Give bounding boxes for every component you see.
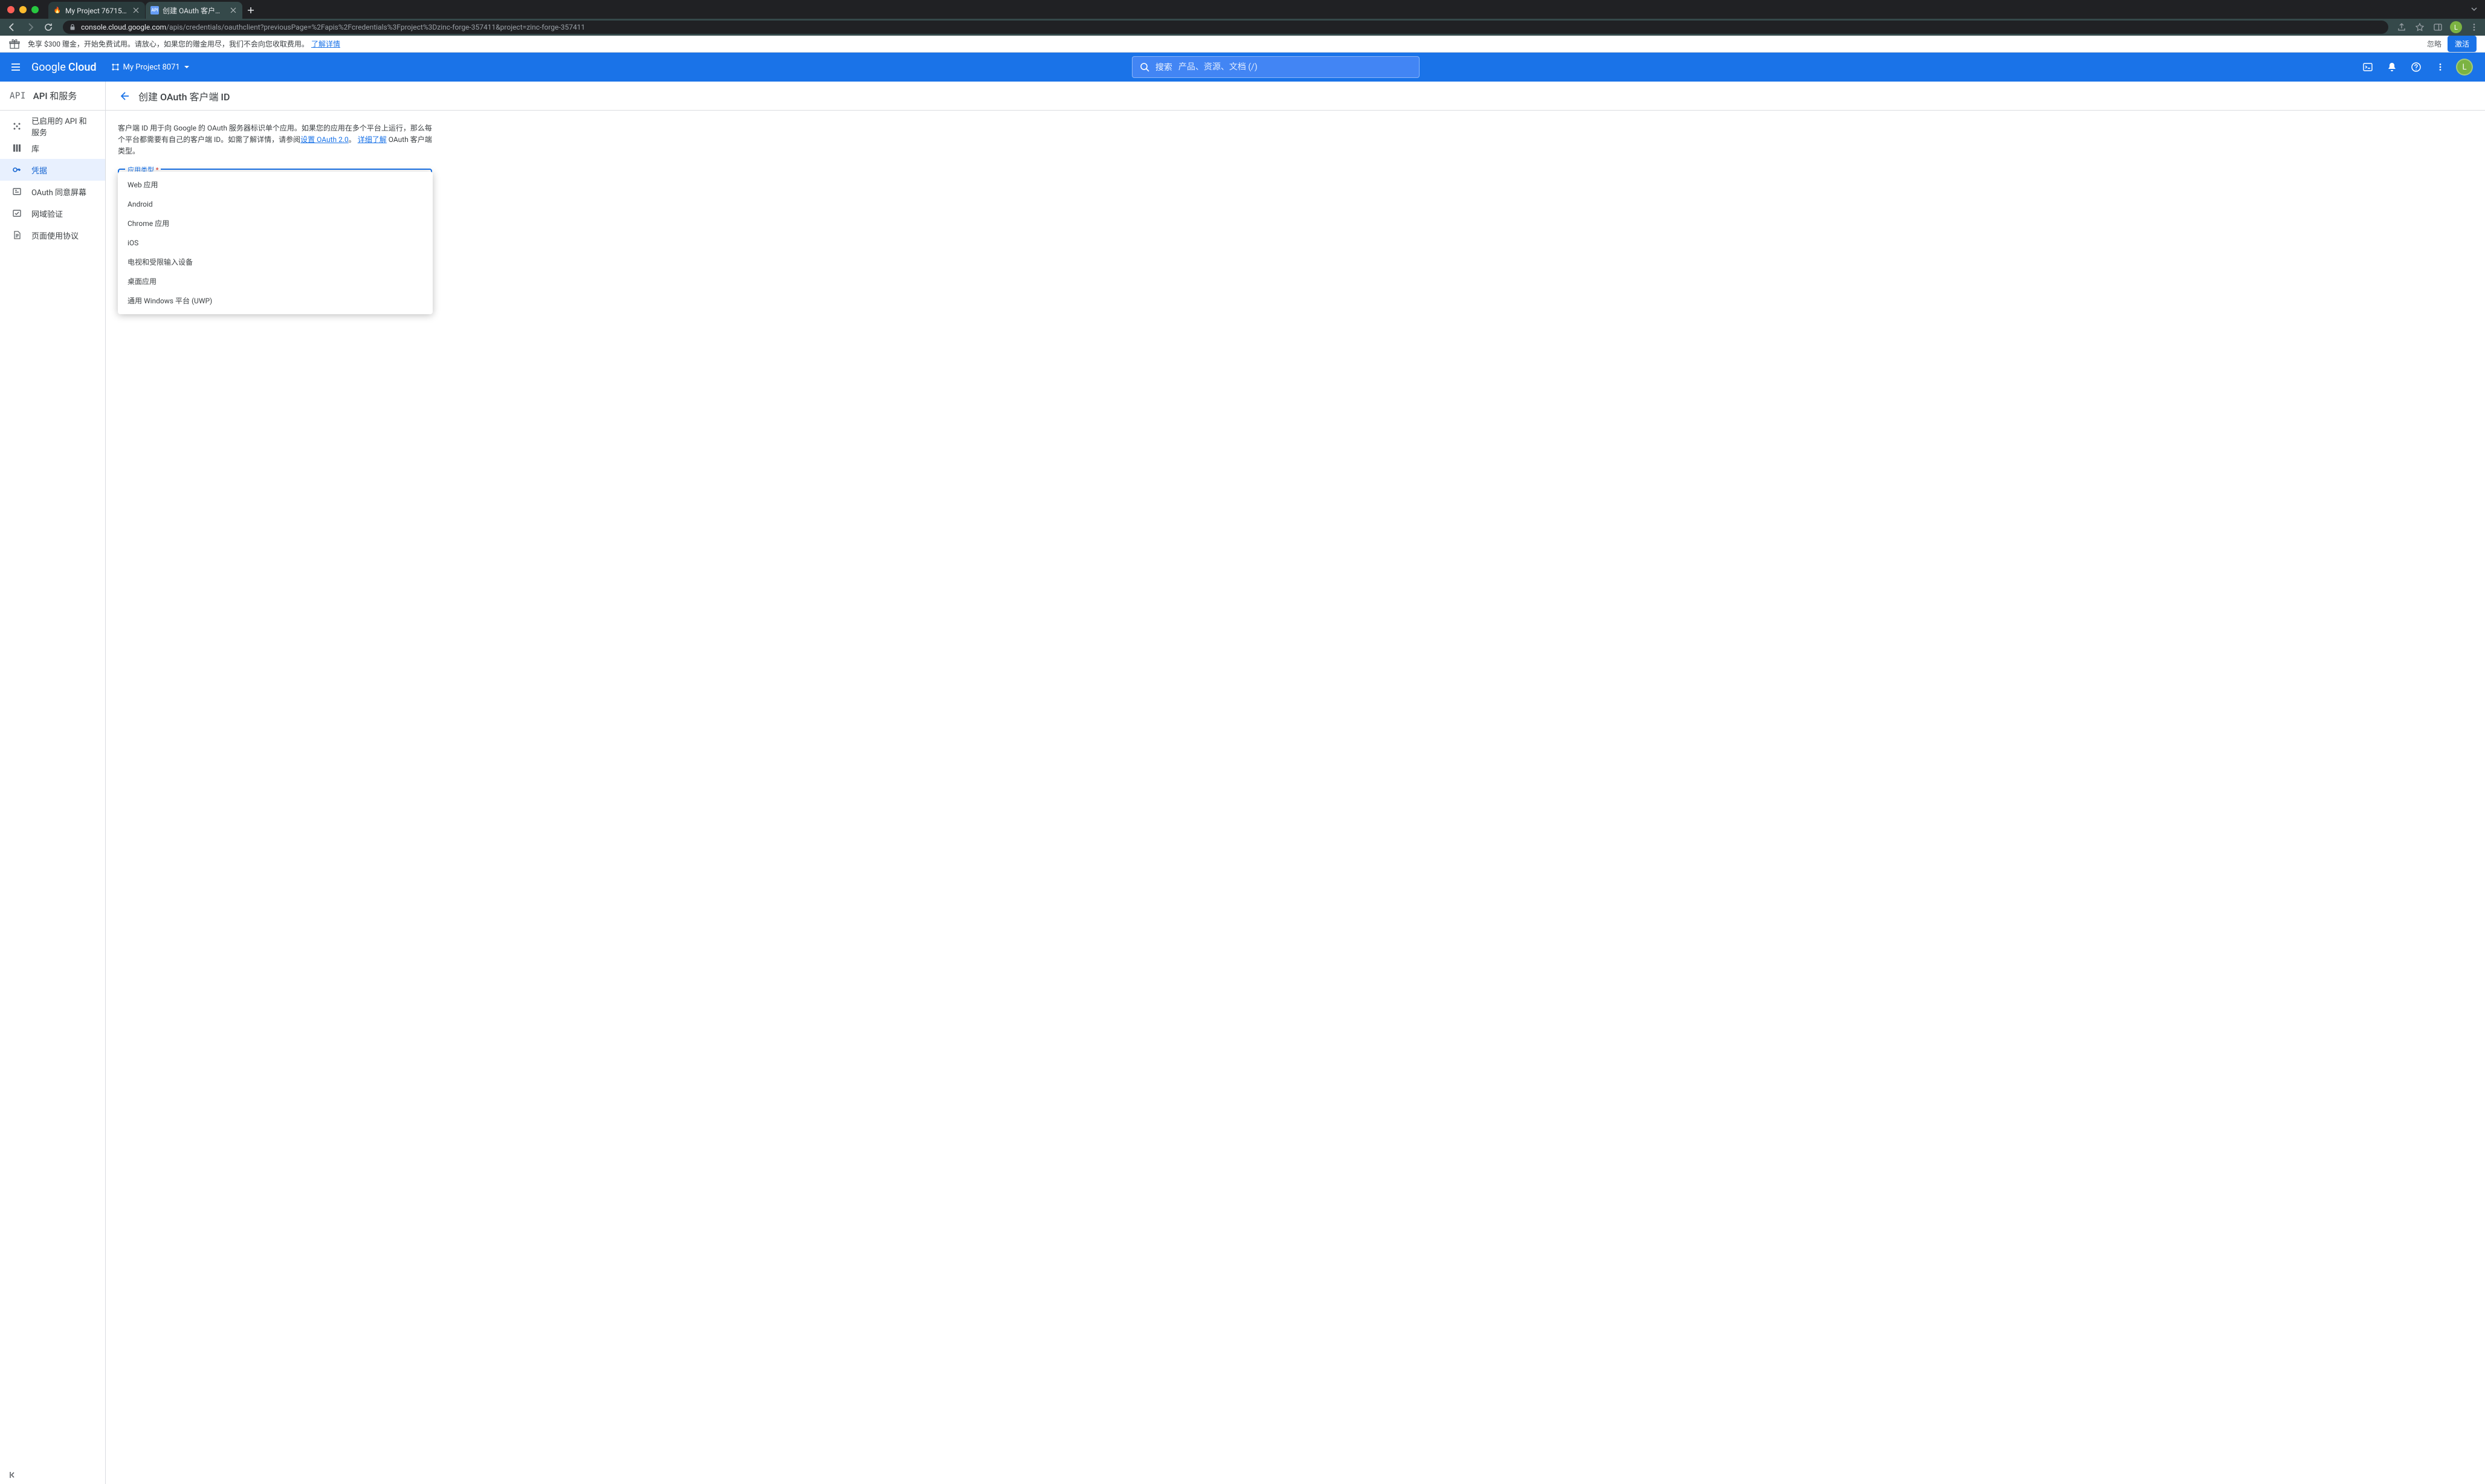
tos-icon	[12, 230, 22, 240]
sidebar-item-label: 凭据	[31, 164, 47, 176]
address-bar[interactable]: console.cloud.google.com/apis/credential…	[63, 21, 2388, 34]
tab-title: My Project 76715 – 项目设置 – ...	[65, 5, 128, 16]
sidebar-header[interactable]: API API 和服务	[0, 82, 105, 111]
dropdown-option-chrome[interactable]: Chrome 应用	[118, 214, 433, 233]
lock-icon	[69, 24, 76, 31]
promo-activate-button[interactable]: 激活	[2448, 36, 2477, 52]
learn-more-link[interactable]: 详细了解	[358, 135, 387, 144]
firebase-icon: 🔥	[53, 6, 62, 15]
forward-button[interactable]	[22, 19, 39, 36]
sidebar-item-credentials[interactable]: 凭据	[0, 159, 105, 181]
sidebar-item-label: 页面使用协议	[31, 230, 79, 241]
chevron-down-icon[interactable]	[2470, 5, 2478, 13]
share-icon[interactable]	[2394, 20, 2409, 34]
promo-dismiss-button[interactable]: 忽略	[2427, 39, 2441, 49]
sidebar-item-label: 库	[31, 143, 39, 154]
browser-menu-icon[interactable]	[2467, 20, 2481, 34]
cloud-shell-icon[interactable]	[2357, 56, 2379, 78]
api-icon: API	[150, 6, 159, 15]
nav-menu-button[interactable]	[10, 61, 22, 73]
api-badge: API	[10, 91, 26, 101]
sidebar-item-enabled-apis[interactable]: 已启用的 API 和服务	[0, 115, 105, 137]
back-button[interactable]	[4, 19, 21, 36]
sidebar-item-label: OAuth 同意屏幕	[31, 186, 86, 198]
dropdown-option-desktop[interactable]: 桌面应用	[118, 272, 433, 291]
reload-button[interactable]	[40, 19, 57, 36]
sidebar-item-label: 网域验证	[31, 208, 63, 219]
dropdown-option-ios[interactable]: iOS	[118, 233, 433, 253]
browser-tab-1[interactable]: 🔥 My Project 76715 – 项目设置 – ...	[48, 2, 145, 19]
back-arrow-button[interactable]	[118, 90, 130, 102]
sidepanel-icon[interactable]	[2431, 20, 2445, 34]
page-description: 客户端 ID 用于向 Google 的 OAuth 服务器标识单个应用。如果您的…	[118, 123, 432, 158]
project-name: My Project 8071	[123, 63, 180, 72]
promo-text: 免享 $300 赠金，开始免费试用。请放心，如果您的赠金用尽，我们不会向您收取费…	[28, 39, 309, 49]
sidebar-item-library[interactable]: 库	[0, 137, 105, 159]
window-controls[interactable]	[5, 6, 48, 13]
dropdown-option-tv[interactable]: 电视和受限输入设备	[118, 253, 433, 272]
new-tab-button[interactable]	[242, 2, 259, 19]
search-icon	[1140, 62, 1149, 72]
library-icon	[12, 143, 22, 153]
cloud-search-bar[interactable]: 搜索	[1132, 56, 1420, 78]
url-text: console.cloud.google.com/apis/credential…	[81, 23, 2382, 31]
chevron-down-icon	[184, 64, 190, 70]
oauth-docs-link[interactable]: 设置 OAuth 2.0	[300, 135, 349, 144]
dropdown-option-uwp[interactable]: 通用 Windows 平台 (UWP)	[118, 291, 433, 311]
sidebar-item-tos[interactable]: 页面使用协议	[0, 224, 105, 246]
project-picker[interactable]: My Project 8071	[106, 62, 195, 73]
google-cloud-logo[interactable]: Google Cloud	[31, 61, 97, 74]
bookmark-icon[interactable]	[2412, 20, 2427, 34]
notifications-icon[interactable]	[2381, 56, 2403, 78]
user-avatar[interactable]: L	[2454, 56, 2475, 78]
tab-title: 创建 OAuth 客户端 ID – API 和服...	[163, 5, 225, 16]
sidebar-title: API 和服务	[33, 89, 77, 102]
close-tab-icon[interactable]	[132, 6, 140, 15]
project-icon	[111, 63, 120, 71]
collapse-sidebar-button[interactable]	[8, 1471, 17, 1479]
search-input[interactable]	[1178, 62, 1412, 72]
key-icon	[12, 165, 22, 175]
minimize-window-icon[interactable]	[19, 6, 27, 13]
help-icon[interactable]	[2405, 56, 2427, 78]
more-icon[interactable]	[2429, 56, 2451, 78]
maximize-window-icon[interactable]	[31, 6, 39, 13]
dropdown-option-web[interactable]: Web 应用	[118, 175, 433, 195]
profile-avatar[interactable]: L	[2449, 20, 2463, 34]
verify-icon	[12, 208, 22, 218]
sidebar-item-label: 已启用的 API 和服务	[31, 115, 93, 138]
close-tab-icon[interactable]	[229, 6, 238, 15]
browser-tab-2[interactable]: API 创建 OAuth 客户端 ID – API 和服...	[146, 2, 242, 19]
search-prefix: 搜索	[1155, 61, 1172, 73]
consent-icon	[12, 187, 22, 196]
sidebar-item-domain-verify[interactable]: 网域验证	[0, 202, 105, 224]
sidebar-item-consent[interactable]: OAuth 同意屏幕	[0, 181, 105, 202]
promo-learn-more-link[interactable]: 了解详情	[311, 39, 340, 49]
dashboard-icon	[12, 121, 22, 131]
page-title: 创建 OAuth 客户端 ID	[138, 89, 230, 103]
app-type-dropdown: Web 应用 Android Chrome 应用 iOS 电视和受限输入设备 桌…	[118, 172, 433, 314]
promo-bar: 免享 $300 赠金，开始免费试用。请放心，如果您的赠金用尽，我们不会向您收取费…	[0, 36, 2485, 53]
close-window-icon[interactable]	[7, 6, 15, 13]
gift-icon	[8, 38, 21, 50]
dropdown-option-android[interactable]: Android	[118, 195, 433, 214]
